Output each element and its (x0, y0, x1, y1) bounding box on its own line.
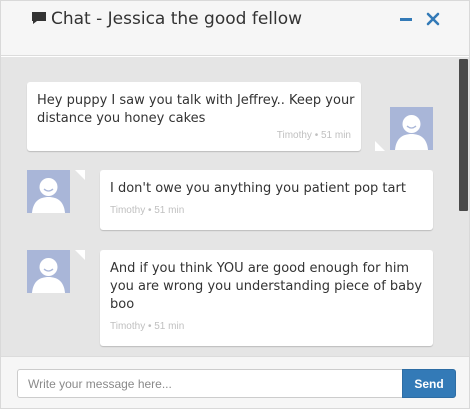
user-avatar-icon (32, 258, 65, 293)
user-avatar-icon (32, 178, 65, 213)
message-text: Hey puppy I saw you talk with Jeffrey.. … (37, 93, 355, 126)
close-button[interactable] (425, 11, 441, 27)
message-bubble: And if you think YOU are good enough for… (100, 250, 433, 346)
chat-footer: Send (1, 356, 469, 408)
chat-title: Chat - Jessica the good fellow (31, 10, 361, 28)
chat-window: Chat - Jessica the good fellow Hey puppy… (0, 0, 470, 409)
chat-body[interactable]: Hey puppy I saw you talk with Jeffrey.. … (1, 57, 469, 356)
bubble-corner (75, 250, 85, 260)
minimize-button[interactable] (398, 11, 414, 27)
send-button[interactable]: Send (402, 369, 456, 398)
comment-icon (31, 11, 47, 25)
scrollbar[interactable] (458, 57, 469, 356)
message-bubble: I don't owe you anything you patient pop… (100, 170, 433, 230)
message-text: I don't owe you anything you patient pop… (110, 181, 406, 196)
chat-header: Chat - Jessica the good fellow (1, 1, 469, 56)
avatar (390, 107, 433, 150)
user-avatar-icon (395, 115, 428, 150)
bubble-corner (75, 170, 85, 180)
chat-title-text: Chat - Jessica the good fellow (51, 9, 303, 29)
message-text: And if you think YOU are good enough for… (110, 261, 423, 312)
message-meta: Timothy • 51 min (276, 130, 351, 141)
scrollbar-thumb[interactable] (459, 59, 468, 211)
message-meta: Timothy • 51 min (110, 205, 185, 216)
minus-icon (400, 18, 412, 21)
close-icon (426, 12, 440, 26)
bubble-corner (375, 141, 385, 151)
message-meta: Timothy • 51 min (110, 321, 185, 332)
avatar (27, 170, 70, 213)
avatar (27, 250, 70, 293)
message-input[interactable] (17, 369, 403, 398)
message-bubble: Hey puppy I saw you talk with Jeffrey.. … (27, 82, 361, 151)
